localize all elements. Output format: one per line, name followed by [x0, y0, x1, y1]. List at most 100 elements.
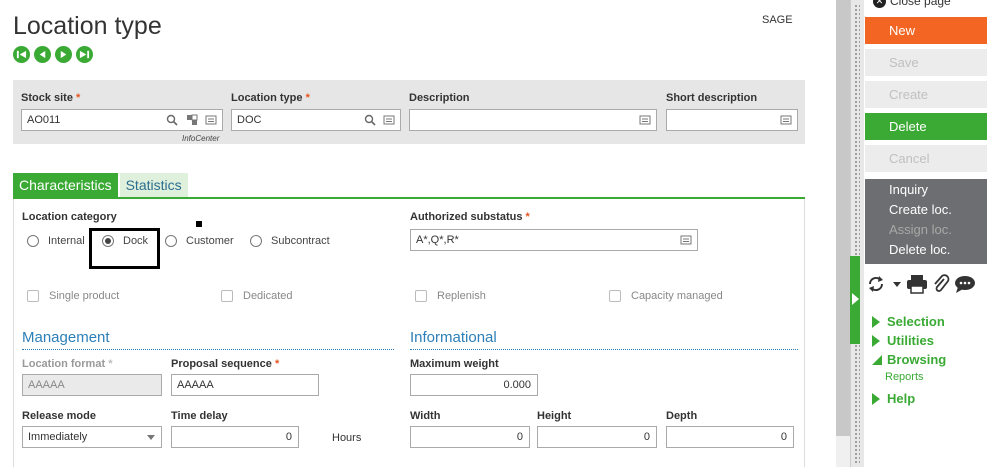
selection-list-icon[interactable]	[205, 114, 217, 126]
page-title: Location type	[13, 12, 162, 40]
section-divider	[22, 349, 394, 350]
translation-icon[interactable]	[639, 114, 651, 126]
radio-subcontract[interactable]: Subcontract	[250, 235, 330, 247]
checkbox[interactable]	[221, 290, 233, 302]
authorized-substatus-label: Authorized substatus *	[410, 211, 530, 223]
selection-list-icon[interactable]	[383, 114, 395, 126]
refresh-icon[interactable]	[866, 274, 888, 294]
inquiry-action[interactable]: Inquiry	[889, 182, 928, 197]
checkbox-label: Dedicated	[243, 290, 293, 302]
checkbox[interactable]	[27, 290, 39, 302]
release-mode-select[interactable]: Immediately	[22, 426, 162, 448]
menu-label: Help	[887, 391, 916, 406]
maximum-weight-label: Maximum weight	[410, 358, 499, 370]
location-type-label: Location type *	[231, 92, 310, 104]
depth-field[interactable]: 0	[666, 426, 794, 448]
checkbox-capacity-managed[interactable]: Capacity managed	[609, 290, 723, 302]
new-button[interactable]: New	[865, 17, 987, 44]
time-delay-field[interactable]: 0	[171, 426, 299, 448]
section-divider	[410, 349, 798, 350]
location-format-field: AAAAA	[22, 374, 162, 396]
radio-customer[interactable]: Customer	[165, 235, 234, 247]
close-page-button[interactable]: ✕ Close page	[873, 0, 951, 8]
tab-statistics[interactable]: Statistics	[119, 173, 188, 197]
save-button: Save	[865, 49, 987, 76]
expand-arrow-icon	[872, 334, 880, 347]
radio-internal[interactable]: Internal	[27, 235, 85, 247]
utilities-menu[interactable]: Utilities	[872, 333, 934, 348]
expand-arrow-icon	[852, 293, 859, 305]
radio-label: Internal	[48, 235, 85, 247]
chevron-down-icon[interactable]	[147, 435, 155, 440]
checkbox[interactable]	[415, 290, 427, 302]
short-description-field[interactable]	[666, 109, 798, 131]
proposal-sequence-label: Proposal sequence *	[171, 358, 280, 370]
comment-icon[interactable]	[954, 274, 976, 294]
radio-button[interactable]	[27, 235, 39, 247]
help-menu[interactable]: Help	[872, 391, 915, 406]
last-record-icon[interactable]	[76, 46, 93, 63]
authorized-substatus-field[interactable]: A*,Q*,R*	[410, 229, 698, 251]
delete-loc-action[interactable]: Delete loc.	[889, 242, 950, 257]
short-description-label: Short description	[666, 92, 758, 104]
first-record-icon[interactable]	[13, 46, 30, 63]
radio-button[interactable]	[250, 235, 262, 247]
reports-link[interactable]: Reports	[885, 371, 924, 383]
create-loc-action[interactable]: Create loc.	[889, 202, 952, 217]
create-button: Create	[865, 81, 987, 108]
location-category-label: Location category	[22, 211, 117, 223]
collapse-arrow-icon	[872, 354, 882, 365]
proposal-sequence-field[interactable]: AAAAA	[171, 374, 319, 396]
radio-label: Subcontract	[271, 235, 330, 247]
infocenter-icon[interactable]	[186, 114, 198, 126]
next-record-icon[interactable]	[55, 46, 72, 63]
selection-list-icon[interactable]	[680, 234, 692, 246]
time-delay-label: Time delay	[171, 410, 228, 422]
record-navigation	[13, 46, 93, 63]
company-label: SAGE	[762, 14, 793, 26]
expand-arrow-icon	[872, 392, 880, 405]
description-field[interactable]	[409, 109, 657, 131]
height-field[interactable]: 0	[537, 426, 657, 448]
scrollbar-thumb[interactable]	[836, 0, 850, 436]
checkbox-label: Single product	[49, 290, 120, 302]
chevron-down-icon[interactable]	[892, 274, 902, 294]
time-delay-unit: Hours	[332, 432, 362, 444]
management-section-title: Management	[22, 329, 110, 346]
height-label: Height	[537, 410, 572, 422]
assign-loc-action: Assign loc.	[889, 222, 952, 237]
location-type-field[interactable]: DOC	[231, 109, 401, 131]
checkbox-dedicated[interactable]: Dedicated	[221, 290, 293, 302]
radio-button[interactable]	[165, 235, 177, 247]
selection-menu[interactable]: Selection	[872, 314, 945, 329]
description-label: Description	[409, 92, 470, 104]
depth-label: Depth	[666, 410, 698, 422]
checkbox-replenish[interactable]: Replenish	[415, 290, 486, 302]
cancel-button: Cancel	[865, 145, 987, 172]
previous-record-icon[interactable]	[34, 46, 51, 63]
toolbar-icons	[866, 274, 976, 294]
maximum-weight-field[interactable]: 0.000	[410, 374, 538, 396]
tab-characteristics[interactable]: Characteristics	[13, 173, 118, 197]
release-mode-label: Release mode	[22, 410, 96, 422]
search-icon[interactable]	[166, 114, 178, 126]
attachment-icon[interactable]	[932, 274, 950, 294]
checkbox-label: Replenish	[437, 290, 486, 302]
checkbox[interactable]	[609, 290, 621, 302]
tab-bar: Characteristics Statistics	[13, 173, 188, 197]
width-field[interactable]: 0	[410, 426, 530, 448]
menu-label: Browsing	[887, 352, 947, 367]
checkbox-single-product[interactable]: Single product	[27, 290, 119, 302]
stock-site-label: Stock site *	[21, 92, 81, 104]
search-icon[interactable]	[364, 114, 376, 126]
close-icon: ✕	[873, 0, 886, 8]
delete-button[interactable]: Delete	[865, 113, 987, 140]
location-format-label: Location format *	[22, 358, 113, 370]
translation-icon[interactable]	[780, 114, 792, 126]
close-page-label: Close page	[890, 0, 951, 8]
stock-site-field[interactable]: AO011	[21, 109, 223, 131]
expand-arrow-icon	[872, 315, 880, 328]
print-icon[interactable]	[906, 274, 928, 294]
browsing-menu[interactable]: Browsing	[872, 352, 946, 367]
informational-section-title: Informational	[410, 329, 497, 346]
